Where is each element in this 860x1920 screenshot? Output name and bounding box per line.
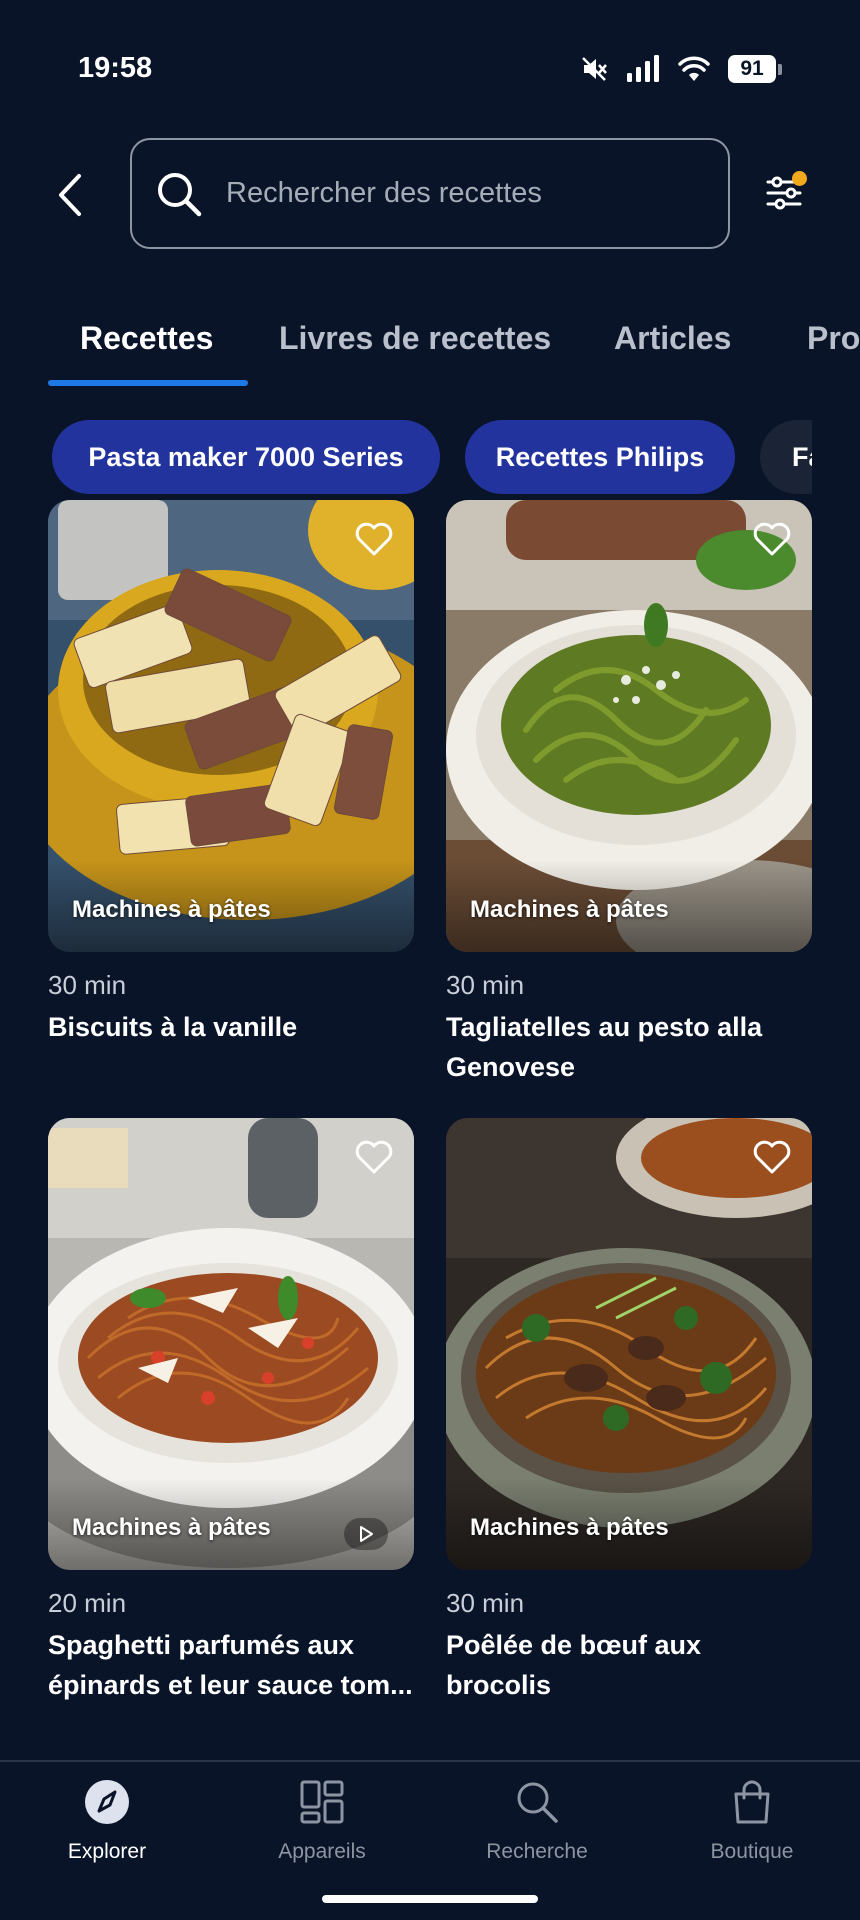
active-tab-indicator (48, 380, 248, 386)
status-bar: 19:58 91 (0, 0, 860, 130)
status-icons: 91 (580, 52, 782, 86)
favorite-heart-icon[interactable] (752, 1138, 792, 1176)
chip-recettes-philips[interactable]: Recettes Philips (465, 420, 735, 494)
recipe-time: 20 min (48, 1588, 127, 1618)
tab-articles[interactable]: Articles (614, 320, 731, 357)
recipe-category: Machines à pâtes (470, 896, 669, 923)
search-icon (513, 1778, 561, 1826)
recipe-card[interactable]: Machines à pâtes 20 min Spaghetti parfum… (48, 1118, 414, 1705)
mute-icon (582, 57, 607, 81)
nav-appareils[interactable]: Appareils (242, 1778, 402, 1864)
tab-bar: Recettes Livres de recettes Articles Pro (0, 310, 860, 390)
devices-grid-icon (298, 1778, 346, 1826)
nav-label: Appareils (278, 1840, 366, 1863)
recipe-image: Machines à pâtes (48, 1118, 414, 1570)
nav-boutique[interactable]: Boutique (672, 1778, 832, 1864)
search-box[interactable] (130, 138, 730, 249)
recipe-time: 30 min (446, 1588, 525, 1618)
recipe-card[interactable]: Machines à pâtes 30 min Biscuits à la va… (48, 500, 414, 1047)
recipe-card[interactable]: Machines à pâtes 30 min Tagliatelles au … (446, 500, 812, 1087)
recipe-grid: Machines à pâtes 30 min Biscuits à la va… (0, 500, 860, 1760)
wifi-icon (678, 56, 710, 81)
recipe-category: Machines à pâtes (72, 1514, 271, 1541)
tab-livres-de-recettes[interactable]: Livres de recettes (279, 320, 551, 357)
favorite-heart-icon[interactable] (354, 1138, 394, 1176)
recipe-time: 30 min (446, 970, 525, 1000)
battery-level: 91 (728, 55, 776, 83)
beef-broccoli-photo (446, 1118, 812, 1570)
favorite-heart-icon[interactable] (354, 520, 394, 558)
nav-label: Explorer (67, 1840, 147, 1863)
nav-recherche[interactable]: Recherche (457, 1778, 617, 1864)
nav-label: Boutique (710, 1840, 794, 1863)
search-input[interactable] (226, 177, 706, 210)
chip-partial[interactable]: Fa (760, 420, 812, 494)
recipe-title: Tagliatelles au pesto alla Genovese (446, 1012, 763, 1082)
vanilla-biscuits-photo (48, 500, 414, 952)
spaghetti-tomato-photo (48, 1118, 414, 1570)
compass-icon (83, 1778, 131, 1826)
pesto-tagliatelle-photo (446, 500, 812, 952)
nav-label: Recherche (486, 1840, 588, 1863)
filter-chips: Pasta maker 7000 Series Recettes Philips… (0, 420, 812, 494)
tab-pro[interactable]: Pro (807, 320, 860, 357)
status-time: 19:58 (78, 52, 153, 84)
play-icon (360, 1526, 373, 1542)
chevron-left-icon (59, 174, 81, 216)
recipe-title: Biscuits à la vanille (48, 1012, 298, 1042)
filter-button[interactable] (762, 168, 812, 218)
chip-pasta-maker[interactable]: Pasta maker 7000 Series (52, 420, 440, 494)
shopping-bag-icon (728, 1778, 776, 1826)
recipe-image: Machines à pâtes (446, 1118, 812, 1570)
recipe-category: Machines à pâtes (72, 896, 271, 923)
recipe-card[interactable]: Machines à pâtes 30 min Poêlée de bœuf a… (446, 1118, 812, 1705)
signal-icon (627, 55, 659, 82)
recipe-image: Machines à pâtes (48, 500, 414, 952)
battery-icon: 91 (728, 55, 782, 83)
recipe-image: Machines à pâtes (446, 500, 812, 952)
favorite-heart-icon[interactable] (752, 520, 792, 558)
back-button[interactable] (50, 170, 90, 220)
video-badge (344, 1518, 388, 1550)
recipe-title: Spaghetti parfumés aux épinards et leur … (48, 1630, 413, 1700)
recipe-title: Poêlée de bœuf aux brocolis (446, 1630, 702, 1700)
search-icon (158, 172, 202, 216)
filter-active-dot (792, 171, 807, 186)
home-indicator[interactable] (322, 1895, 538, 1903)
nav-explorer[interactable]: Explorer (27, 1778, 187, 1864)
recipe-time: 30 min (48, 970, 127, 1000)
tab-recettes[interactable]: Recettes (80, 320, 213, 357)
recipe-category: Machines à pâtes (470, 1514, 669, 1541)
